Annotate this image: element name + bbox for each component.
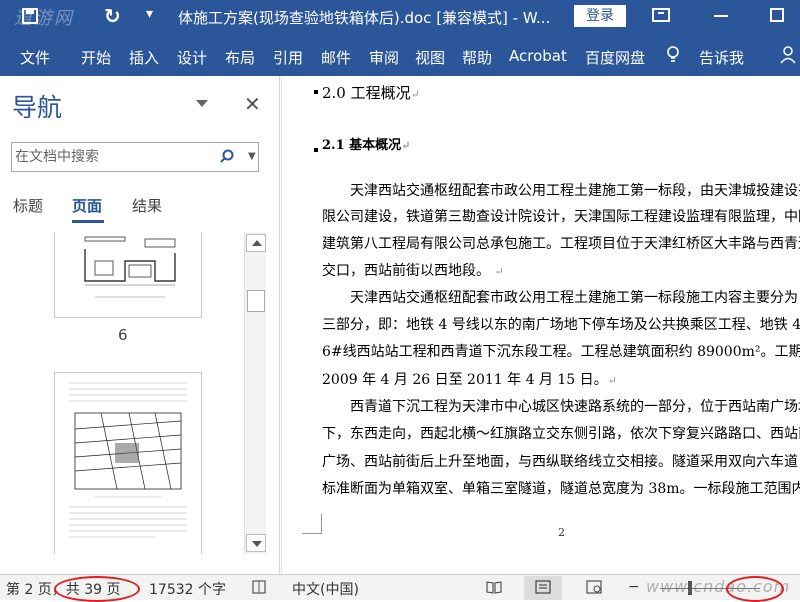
heading-bullet	[314, 148, 318, 152]
nav-tab-pages[interactable]: 页面	[72, 195, 102, 216]
thumbnail-page-number: 6	[118, 326, 128, 344]
body-line: 天津西站交通枢纽配套市政公用工程土建施工第一标段，由天津城投建设有	[350, 183, 800, 199]
body-line: 下，东西走向，西起北横～红旗路立交东侧引路，依次下穿复兴路路口、西站南	[322, 426, 800, 442]
body-line: 标准断面为单箱双室、单箱三室隧道，隧道总宽度为 38m。一标段施工范围内的	[322, 481, 800, 497]
body-line: 6#线西站站工程和西青道下沉东段工程。工程总建筑面积约 89000m²。工期为	[322, 344, 800, 360]
navigation-pane: 导航 ✕ ▼ 标题 页面 结果 6	[0, 76, 280, 574]
body-line: 天津西站交通枢纽配套市政公用工程土建施工第一标段施工内容主要分为	[350, 290, 798, 306]
body-line: 2009 年 4 月 26 日至 2011 年 4 月 15 日。↵	[322, 372, 617, 388]
tell-me-search[interactable]: 告诉我	[699, 47, 744, 68]
zoom-out-icon[interactable]: −	[628, 579, 640, 595]
login-button[interactable]: 登录	[574, 5, 626, 27]
body-line: 限公司建设，铁道第三勘查设计院设计，天津国际工程建设监理有限监理，中国	[322, 209, 800, 225]
tab-view[interactable]: 视图	[415, 47, 445, 68]
tab-baidu-netdisk[interactable]: 百度网盘	[585, 47, 645, 68]
body-line: 三部分，即：地铁 4 号线以东的南广场地下停车场及公共换乘区工程、地铁 4-	[322, 317, 800, 333]
nav-tab-results[interactable]: 结果	[132, 195, 162, 216]
tab-file[interactable]: 文件	[20, 47, 50, 68]
maximize-icon[interactable]	[770, 8, 784, 22]
page-thumbnail[interactable]	[54, 232, 202, 318]
tab-insert[interactable]: 插入	[129, 47, 159, 68]
print-layout-icon[interactable]	[535, 580, 551, 594]
tab-design[interactable]: 设计	[177, 47, 207, 68]
body-line: 广场、西站前街后上升至地面，与西纵联络线立交相接。隧道采用双向六车道，	[322, 454, 800, 470]
page-thumbnail[interactable]	[54, 372, 202, 554]
title-bar: 道游网 ↻ ▾ 体施工方案(现场查验地铁箱体后).doc [兼容模式] - W.…	[0, 0, 800, 36]
active-tab-indicator	[72, 220, 104, 223]
read-mode-icon[interactable]	[486, 580, 502, 594]
share-user-icon[interactable]	[780, 46, 796, 64]
red-annotation-circle	[54, 576, 140, 602]
page-number: 2	[558, 526, 565, 539]
tab-review[interactable]: 审阅	[369, 47, 399, 68]
nav-tab-headings[interactable]: 标题	[13, 195, 43, 216]
document-title: 体施工方案(现场查验地铁箱体后).doc [兼容模式] - W...	[178, 9, 551, 27]
thumbnail-drawing	[69, 382, 187, 538]
scroll-down-icon[interactable]	[246, 534, 266, 552]
undo-icon[interactable]: ↻	[104, 4, 121, 28]
nav-pane-options-icon[interactable]	[196, 100, 208, 107]
red-annotation-circle	[726, 576, 784, 602]
body-line: 西青道下沉工程为天津市中心城区快速路系统的一部分，位于西站南广场地	[350, 399, 800, 415]
ribbon-tabs: 文件 开始 插入 设计 布局 引用 邮件 审阅 视图 帮助 Acrobat 百度…	[0, 36, 800, 76]
status-bar: 第 2 页，共 39 页 17532 个字 中文(中国) − www.cndao…	[0, 574, 800, 602]
heading-3: 2.1 基本概况↵	[322, 138, 411, 153]
word-count-status[interactable]: 17532 个字	[149, 579, 226, 599]
search-options-dropdown-icon[interactable]: ▼	[248, 151, 256, 162]
nav-pane-title: 导航	[12, 93, 63, 122]
quick-access-dropdown-icon[interactable]: ▾	[146, 6, 153, 22]
web-layout-icon[interactable]	[586, 580, 602, 594]
tab-home[interactable]: 开始	[81, 47, 111, 68]
ribbon-display-options-icon[interactable]	[652, 8, 670, 22]
scroll-up-icon[interactable]	[246, 234, 266, 252]
watermark-logo: 道游网	[14, 8, 74, 29]
page-corner-mark	[302, 514, 322, 534]
tab-help[interactable]: 帮助	[462, 47, 492, 68]
body-line: 交口，西站前街以西地段。 ↵	[322, 263, 504, 279]
scroll-thumb[interactable]	[247, 290, 265, 312]
nav-search-box: ▼	[11, 142, 259, 172]
tab-mailings[interactable]: 邮件	[321, 47, 351, 68]
page-thumbnails: 6	[0, 232, 244, 554]
close-icon[interactable]: ✕	[244, 92, 261, 116]
proofing-icon[interactable]	[252, 580, 268, 594]
heading-bullet	[314, 90, 318, 94]
language-status[interactable]: 中文(中国)	[292, 579, 359, 599]
tab-layout[interactable]: 布局	[225, 47, 255, 68]
lightbulb-icon	[667, 46, 679, 62]
nav-scrollbar[interactable]	[244, 232, 266, 554]
minimize-icon[interactable]	[714, 15, 728, 17]
thumbnail-drawing	[84, 236, 176, 298]
document-page[interactable]: 2.0 工程概况↵ 2.1 基本概况↵ 天津西站交通枢纽配套市政公用工程土建施工…	[282, 76, 800, 574]
search-icon[interactable]	[220, 149, 234, 163]
heading-2: 2.0 工程概况↵	[322, 84, 420, 102]
document-area: 2.0 工程概况↵ 2.1 基本概况↵ 天津西站交通枢纽配套市政公用工程土建施工…	[281, 76, 800, 574]
body-line: 建筑第八工程局有限公司总承包施工。工程项目位于天津红桥区大丰路与西青道	[322, 236, 800, 252]
tab-acrobat[interactable]: Acrobat	[509, 47, 567, 65]
tab-references[interactable]: 引用	[273, 47, 303, 68]
document-search-input[interactable]	[15, 147, 211, 167]
